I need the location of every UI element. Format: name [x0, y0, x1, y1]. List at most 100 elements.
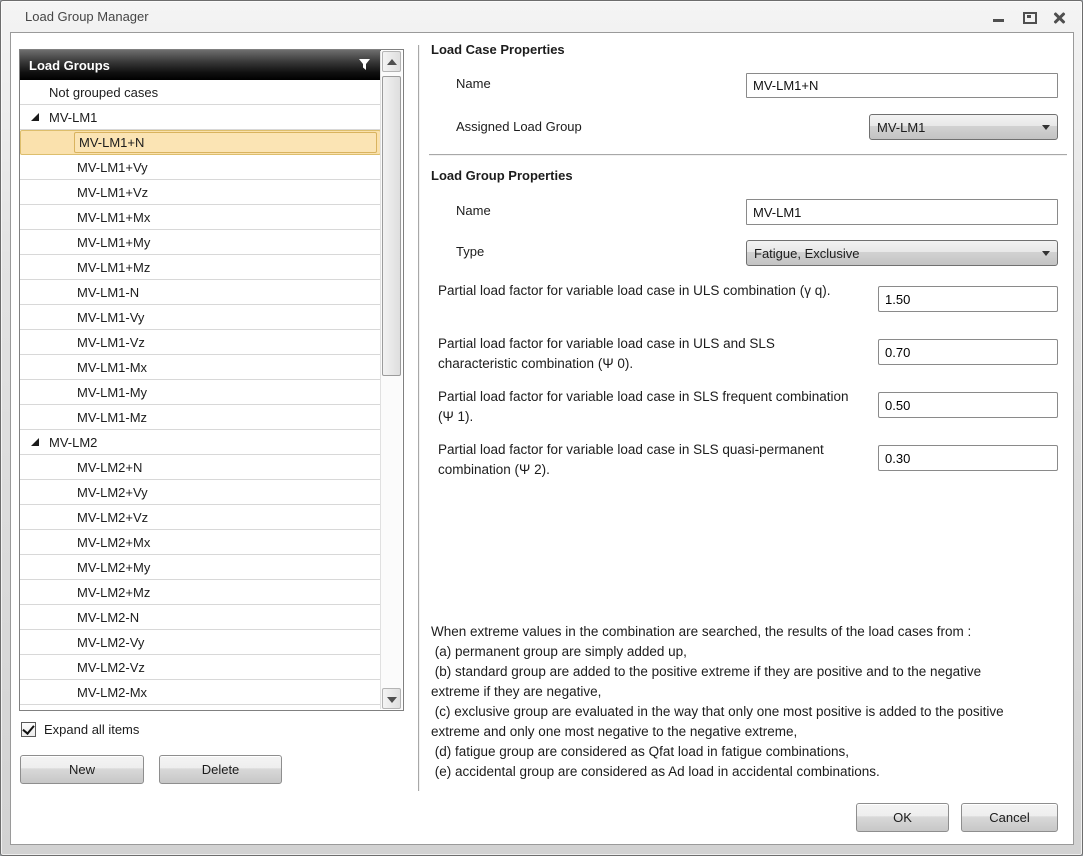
list-item-label: MV-LM1-Vz	[77, 334, 145, 350]
list-item[interactable]: MV-LM2+Vy	[20, 480, 381, 505]
list-item[interactable]: MV-LM1-Mz	[20, 405, 381, 430]
delete-button[interactable]: Delete	[159, 755, 282, 784]
info-line: (e) accidental group are considered as A…	[431, 764, 880, 779]
list-item-label: MV-LM2-Mx	[77, 684, 148, 700]
list-item-label: MV-LM1	[49, 109, 98, 125]
list-item[interactable]: MV-LM1+Vz	[20, 180, 381, 205]
expander-triangle-icon[interactable]	[31, 113, 39, 121]
assigned-load-group-value: MV-LM1	[877, 119, 926, 135]
list-item[interactable]: MV-LM2-Vz	[20, 655, 381, 680]
group-name-input[interactable]	[746, 199, 1058, 225]
list-item-label: MV-LM1+Vy	[77, 159, 148, 175]
scroll-down-icon[interactable]	[382, 688, 401, 709]
list-item[interactable]: MV-LM2+My	[20, 555, 381, 580]
info-text-block: When extreme values in the combination a…	[431, 622, 1023, 782]
list-item-label: MV-LM1-N	[77, 284, 140, 300]
selected-item-highlight: MV-LM1+N	[74, 132, 377, 153]
load-group-properties-title: Load Group Properties	[431, 168, 573, 183]
expand-all-checkbox-row: Expand all items	[21, 722, 139, 737]
close-icon[interactable]	[1052, 12, 1066, 24]
list-item-label: MV-LM1+Vz	[77, 184, 149, 200]
group-type-value: Fatigue, Exclusive	[754, 245, 860, 261]
cancel-button[interactable]: Cancel	[961, 803, 1058, 832]
list-item-label: MV-LM2-Vz	[77, 659, 145, 675]
maximize-icon[interactable]	[1022, 12, 1037, 24]
expand-all-checkbox[interactable]	[21, 722, 36, 737]
load-groups-listbox: Load Groups Not grouped cases MV-LM1 MV-LM…	[19, 49, 404, 711]
list-item-label: MV-LM1-Mz	[77, 409, 148, 425]
new-button[interactable]: New	[20, 755, 144, 784]
window-controls	[992, 11, 1066, 25]
factor-input[interactable]	[878, 392, 1058, 418]
list-item-label: MV-LM2+N	[77, 459, 143, 475]
list-item-label: MV-LM1+Mx	[77, 209, 151, 225]
factor-label: Partial load factor for variable load ca…	[438, 389, 849, 424]
list-item[interactable]: MV-LM1+Mx	[20, 205, 381, 230]
list-item[interactable]: MV-LM2+Mx	[20, 530, 381, 555]
list-scrollbar[interactable]	[380, 51, 402, 709]
scroll-up-icon[interactable]	[382, 51, 401, 72]
case-name-label: Name	[456, 76, 491, 91]
expand-all-label: Expand all items	[44, 722, 140, 737]
list-item[interactable]: MV-LM2	[20, 430, 381, 455]
factor-input[interactable]	[878, 339, 1058, 365]
list-item-label: MV-LM2+Vz	[77, 509, 149, 525]
list-item[interactable]: MV-LM1+Mz	[20, 255, 381, 280]
group-type-label: Type	[456, 244, 485, 259]
list-item-label: MV-LM1+Mz	[77, 259, 151, 275]
list-item-label: MV-LM1+N	[79, 135, 145, 150]
factor-label: Partial load factor for variable load ca…	[438, 283, 831, 298]
load-case-properties-title: Load Case Properties	[431, 42, 565, 57]
ok-button[interactable]: OK	[856, 803, 949, 832]
list-item[interactable]: MV-LM2-Vy	[20, 630, 381, 655]
list-item[interactable]: MV-LM2-N	[20, 605, 381, 630]
info-line: (a) permanent group are simply added up,	[431, 644, 687, 659]
list-item-label: MV-LM2+Mx	[77, 534, 151, 550]
list-item-label: MV-LM2-N	[77, 609, 140, 625]
info-line: (c) exclusive group are evaluated in the…	[431, 704, 1008, 739]
list-item[interactable]: MV-LM2+N	[20, 455, 381, 480]
factor-label: Partial load factor for variable load ca…	[438, 442, 824, 477]
filter-funnel-icon[interactable]	[358, 58, 371, 74]
chevron-down-icon	[1042, 251, 1050, 256]
list-item[interactable]: MV-LM1+N	[20, 130, 381, 155]
list-item[interactable]: MV-LM1-Vy	[20, 305, 381, 330]
list-item[interactable]: MV-LM1-Mx	[20, 355, 381, 380]
factor-label: Partial load factor for variable load ca…	[438, 336, 775, 371]
group-type-select[interactable]: Fatigue, Exclusive	[746, 240, 1058, 266]
assigned-load-group-select[interactable]: MV-LM1	[869, 114, 1058, 140]
info-line: When extreme values in the combination a…	[431, 624, 972, 639]
list-item-label: MV-LM2+Mz	[77, 584, 151, 600]
list-item[interactable]: MV-LM1-My	[20, 380, 381, 405]
list-item[interactable]: MV-LM1+Vy	[20, 155, 381, 180]
list-item-label: MV-LM1+My	[77, 234, 151, 250]
load-groups-list: Not grouped cases MV-LM1 MV-LM1+N MV-LM1+Vy…	[20, 80, 381, 710]
list-item-label: MV-LM2-Vy	[77, 634, 145, 650]
assigned-load-group-label: Assigned Load Group	[456, 119, 582, 134]
list-item[interactable]: MV-LM1-Vz	[20, 330, 381, 355]
list-item-label: MV-LM2+My	[77, 559, 151, 575]
minimize-icon[interactable]	[992, 12, 1006, 24]
factor-input[interactable]	[878, 286, 1058, 312]
load-groups-header-label: Load Groups	[29, 57, 110, 73]
list-item[interactable]: MV-LM1	[20, 105, 381, 130]
chevron-down-icon	[1042, 125, 1050, 130]
list-item[interactable]: MV-LM1+My	[20, 230, 381, 255]
factor-input[interactable]	[878, 445, 1058, 471]
list-item[interactable]: MV-LM2-Mx	[20, 680, 381, 705]
scrollbar-thumb[interactable]	[382, 76, 401, 376]
pane-divider	[418, 45, 420, 791]
list-item[interactable]: Not grouped cases	[20, 80, 381, 105]
list-item-label: MV-LM2	[49, 434, 98, 450]
list-item[interactable]: MV-LM1-N	[20, 280, 381, 305]
case-name-input[interactable]	[746, 73, 1058, 98]
list-item-label: MV-LM2+Vy	[77, 484, 148, 500]
info-line: (b) standard group are added to the posi…	[431, 664, 985, 699]
load-group-manager-window: Load Group Manager Load Groups Not group…	[0, 0, 1083, 856]
list-item[interactable]: MV-LM2+Mz	[20, 580, 381, 605]
list-item[interactable]: MV-LM2+Vz	[20, 505, 381, 530]
expander-triangle-icon[interactable]	[31, 438, 39, 446]
group-name-label: Name	[456, 203, 491, 218]
list-item-label: Not grouped cases	[49, 84, 159, 100]
section-divider	[429, 154, 1067, 156]
